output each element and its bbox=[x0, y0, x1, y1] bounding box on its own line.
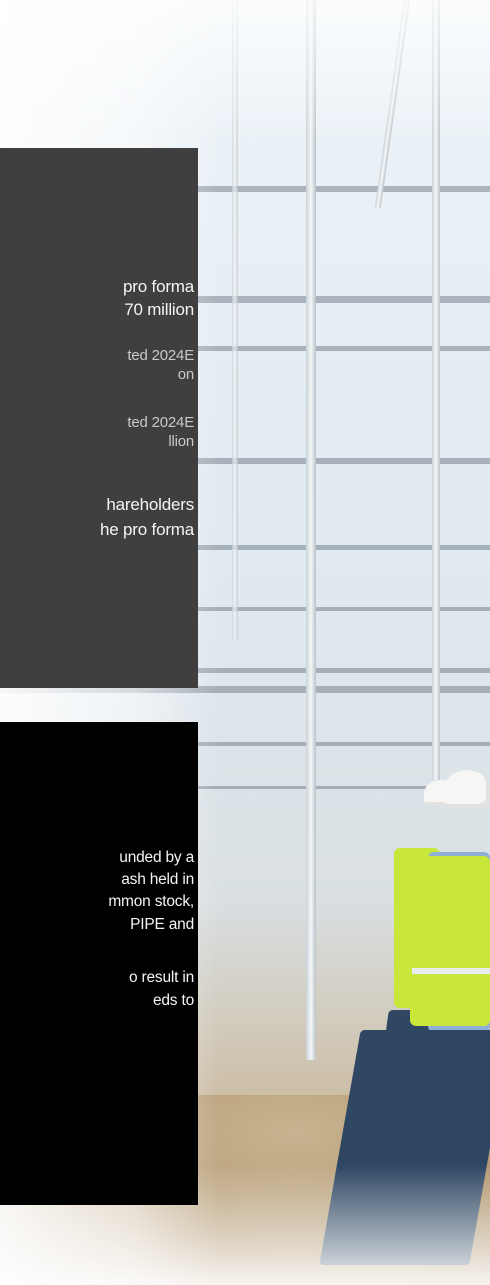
pro-forma-line: pro forma bbox=[123, 277, 194, 296]
proceeds-line: o result in bbox=[129, 969, 194, 986]
gray-info-panel: pro forma 70 million ted 2024E on ted 20… bbox=[0, 148, 198, 688]
shareholders-line: hareholders bbox=[106, 495, 194, 514]
black-info-panel: unded by a ash held in mmon stock, PIPE … bbox=[0, 722, 198, 1205]
reflective-stripe bbox=[412, 968, 490, 974]
hi-vis-vest bbox=[410, 856, 490, 1026]
funding-line: ash held in bbox=[121, 871, 194, 888]
proceeds-line: eds to bbox=[152, 992, 194, 1009]
estimate-line: llion bbox=[168, 433, 194, 450]
funding-line: unded by a bbox=[119, 849, 194, 866]
funding-line: mmon stock, bbox=[108, 893, 194, 910]
estimate-line: on bbox=[177, 366, 195, 383]
million-line: 70 million bbox=[124, 300, 194, 319]
hard-hat bbox=[444, 770, 490, 808]
estimate-line: ted 2024E bbox=[127, 347, 194, 364]
greenhouse-post bbox=[306, 0, 316, 1060]
funding-line: PIPE and bbox=[130, 916, 194, 933]
estimate-line: ted 2024E bbox=[127, 414, 194, 431]
shareholders-line: he pro forma bbox=[100, 520, 194, 539]
